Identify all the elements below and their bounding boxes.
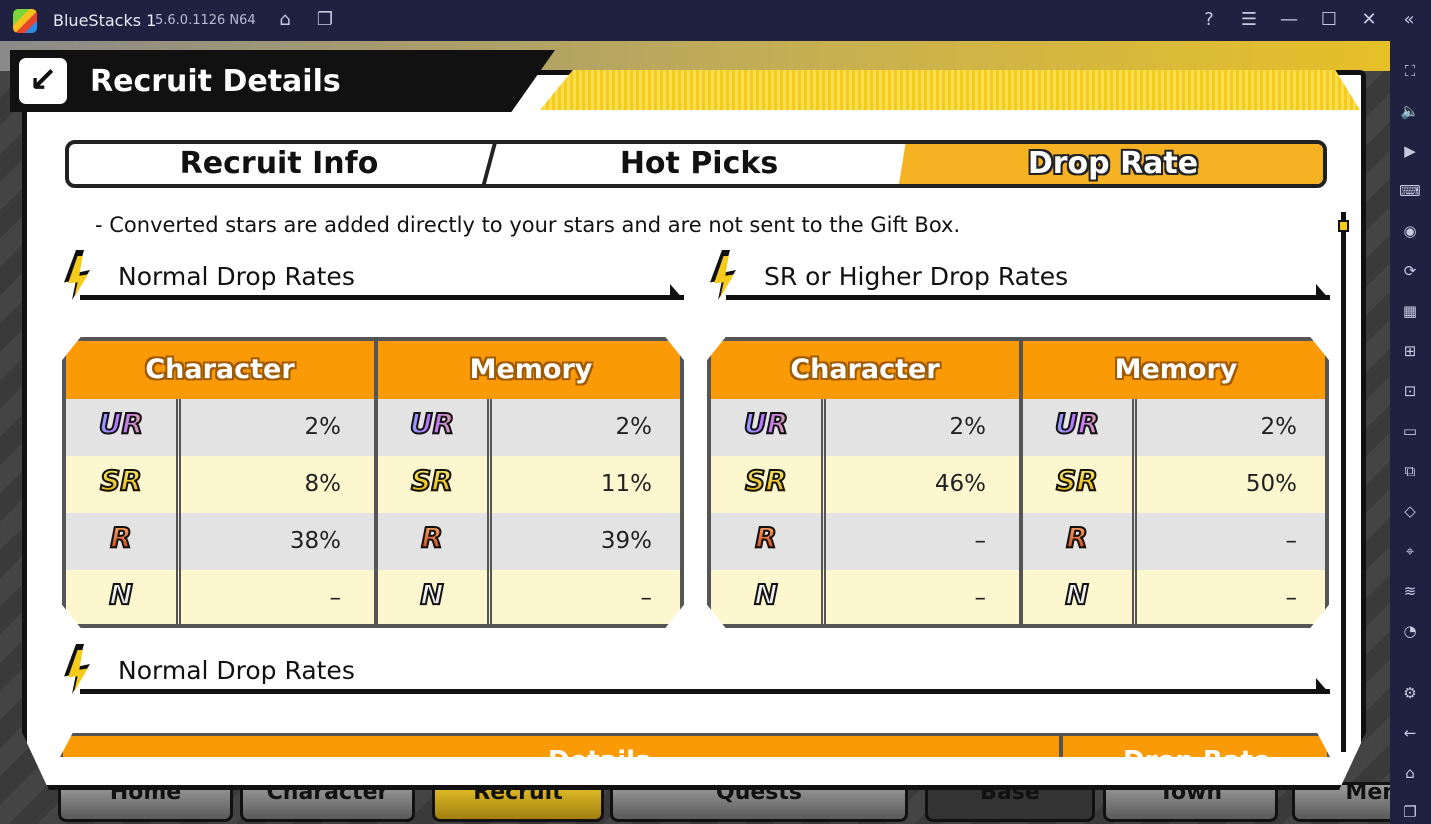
- rate-value: –: [974, 585, 987, 611]
- collapse-sidebar-icon[interactable]: «: [1398, 9, 1420, 31]
- macro-icon[interactable]: ▦: [1399, 300, 1421, 322]
- divider: [374, 341, 378, 624]
- back-button[interactable]: ↙: [16, 55, 70, 107]
- rank-badge-icon: UR: [716, 406, 816, 441]
- tab-drop-rate[interactable]: Drop Rate: [899, 144, 1323, 184]
- screenshot-icon[interactable]: ⊡: [1399, 380, 1421, 402]
- menu-icon[interactable]: ☰: [1238, 9, 1260, 31]
- location-icon[interactable]: ⌖: [1399, 540, 1421, 562]
- layers-icon[interactable]: ≋: [1399, 580, 1421, 602]
- volume-icon[interactable]: 🔈: [1399, 100, 1421, 122]
- close-icon[interactable]: ✕: [1358, 9, 1380, 31]
- rank-badge-icon: SR: [716, 463, 816, 498]
- rotate-icon[interactable]: ⟳: [1399, 260, 1421, 282]
- rate-value: 46%: [934, 471, 986, 497]
- scrollbar[interactable]: [1341, 212, 1346, 752]
- home-icon[interactable]: ⌂: [1399, 762, 1421, 784]
- section-header-normal-details: Normal Drop Rates: [60, 644, 1330, 694]
- rate-value: 8%: [304, 471, 342, 497]
- bluestacks-sidebar: ⛶ 🔈 ▶ ⌨ ◉ ⟳ ▦ ⊞ ⊡ ▭ ⧉ ◇ ⌖ ≋ ◔ ⚙ ← ⌂ ❐: [1390, 41, 1431, 824]
- rate-value: 11%: [600, 471, 652, 497]
- rate-value: 2%: [1260, 414, 1298, 440]
- rank-badge-icon: SR: [1027, 463, 1127, 498]
- rate-value: 2%: [615, 414, 653, 440]
- tab-bar: Recruit Info Hot Picks Drop Rate: [65, 140, 1327, 188]
- rank-badge-icon: R: [716, 520, 816, 555]
- keyboard-icon[interactable]: ⌨: [1399, 180, 1421, 202]
- help-icon[interactable]: ?: [1198, 9, 1220, 31]
- rate-value: –: [1285, 528, 1298, 554]
- column-details: Details: [548, 746, 651, 757]
- minimize-icon[interactable]: —: [1278, 9, 1300, 31]
- divider: [176, 399, 181, 624]
- column-header-character: Character: [66, 341, 374, 399]
- settings-icon[interactable]: ⚙: [1399, 682, 1421, 704]
- rate-value: –: [1285, 585, 1298, 611]
- folder-icon[interactable]: ▭: [1399, 420, 1421, 442]
- multi-instance-icon[interactable]: ⧉: [1399, 460, 1421, 482]
- back-icon[interactable]: ←: [1399, 722, 1421, 744]
- rate-value: –: [974, 528, 987, 554]
- bluestacks-logo-icon: [13, 9, 37, 33]
- record-icon[interactable]: ◉: [1399, 220, 1421, 242]
- rate-value: 2%: [304, 414, 342, 440]
- fullscreen-icon[interactable]: ⛶: [1399, 60, 1421, 82]
- window-titlebar: BlueStacks 1 5.6.0.1126 N64 ⌂ ❐ ? ☰ — ☐ …: [0, 0, 1431, 41]
- sr-rates-table: Character UR 2% SR 46% R – N – Memory UR 2% SR 50% R – N…: [707, 337, 1329, 628]
- divider: [1019, 341, 1023, 624]
- rank-badge-icon: R: [71, 520, 171, 555]
- column-header-character: Character: [711, 341, 1019, 399]
- rank-badge-icon: SR: [71, 463, 171, 498]
- column-header-memory: Memory: [377, 341, 680, 399]
- rate-value: 39%: [600, 528, 652, 554]
- column-header-memory: Memory: [1022, 341, 1325, 399]
- rank-badge-icon: R: [1027, 520, 1127, 555]
- rate-value: –: [640, 585, 653, 611]
- normal-rates-table: Character UR 2% SR 8% R 38% N – Memory UR 2% SR 11% R 3…: [62, 337, 684, 628]
- tab-recruit-info[interactable]: Recruit Info: [69, 144, 489, 184]
- divider: [821, 399, 826, 624]
- maximize-icon[interactable]: ☐: [1318, 9, 1340, 31]
- rate-value: 2%: [949, 414, 987, 440]
- details-table-header: Details Drop Rate: [60, 733, 1330, 757]
- divider: [1132, 399, 1137, 624]
- rank-badge-icon: SR: [382, 463, 482, 498]
- home-icon[interactable]: ⌂: [274, 9, 296, 31]
- rank-badge-icon: N: [1027, 577, 1127, 612]
- multi-instance-icon[interactable]: ❐: [314, 9, 336, 31]
- tab-hot-picks[interactable]: Hot Picks: [489, 144, 909, 184]
- media-icon[interactable]: ▶: [1399, 140, 1421, 162]
- scrollbar-thumb[interactable]: [1338, 220, 1349, 232]
- divider: [487, 399, 492, 624]
- rank-badge-icon: N: [716, 577, 816, 612]
- rank-badge-icon: UR: [71, 406, 171, 441]
- rate-value: 38%: [289, 528, 341, 554]
- apk-icon[interactable]: ⊞: [1399, 340, 1421, 362]
- rank-badge-icon: R: [382, 520, 482, 555]
- eco-icon[interactable]: ◇: [1399, 500, 1421, 522]
- app-version: 5.6.0.1126 N64: [155, 13, 256, 28]
- speed-icon[interactable]: ◔: [1399, 620, 1421, 642]
- section-header-sr: SR or Higher Drop Rates: [706, 250, 1330, 300]
- note-text: - Converted stars are added directly to …: [95, 213, 961, 237]
- page-title: Recruit Details: [90, 64, 341, 99]
- column-drop-rate: Drop Rate: [1123, 746, 1271, 757]
- rank-badge-icon: UR: [382, 406, 482, 441]
- rate-value: –: [329, 585, 342, 611]
- rate-value: 50%: [1245, 471, 1297, 497]
- rank-badge-icon: N: [71, 577, 171, 612]
- recents-icon[interactable]: ❐: [1399, 801, 1421, 823]
- rank-badge-icon: N: [382, 577, 482, 612]
- rank-badge-icon: UR: [1027, 406, 1127, 441]
- app-name: BlueStacks 1: [53, 11, 157, 30]
- section-header-normal: Normal Drop Rates: [60, 250, 684, 300]
- header-stripe: [540, 70, 1360, 110]
